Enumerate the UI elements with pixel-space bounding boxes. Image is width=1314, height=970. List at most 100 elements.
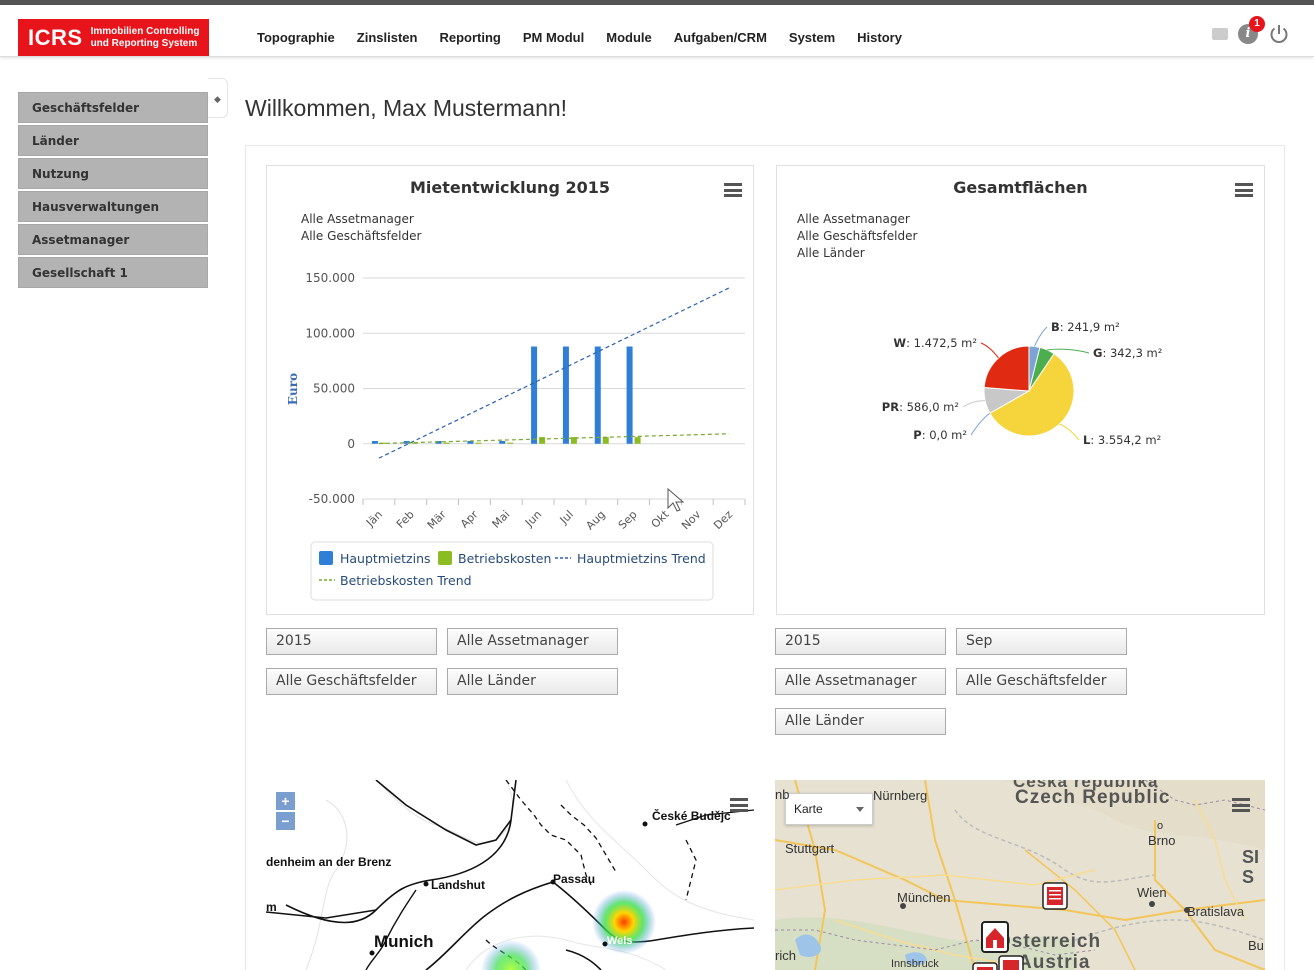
trend-line-betriebskosten	[378, 433, 730, 445]
x-tick-label: Sep	[616, 508, 640, 532]
map-label-heidenheim: denheim an der Brenz	[266, 855, 392, 869]
brand-line2: und Reporting System	[90, 37, 198, 49]
bar-betriebskosten	[602, 437, 609, 444]
map-label-stuttgart: Stuttgart	[785, 841, 835, 856]
x-tick-label: Feb	[394, 508, 417, 531]
top-bar: ICRS Immobilien Controlling und Reporting…	[0, 5, 1314, 57]
bar-betriebskosten	[507, 442, 514, 444]
year-select[interactable]: 2015	[775, 628, 946, 655]
y-tick-label: -50.000	[309, 492, 355, 506]
legend-label-hauptmietzins-trend: Hauptmietzins Trend	[577, 551, 706, 566]
sidebar-toggle[interactable]: ◆	[208, 78, 228, 118]
assetmanager-select[interactable]: Alle Assetmanager	[447, 628, 618, 655]
x-tick-label: Jul	[557, 508, 576, 527]
sidebar-item-gesellschaft[interactable]: Gesellschaft 1	[18, 257, 208, 288]
power-icon[interactable]	[1268, 23, 1290, 45]
bar-hauptmietzins	[626, 346, 633, 444]
y-axis-title: Euro	[286, 373, 300, 405]
sidebar-item-laender[interactable]: Länder	[18, 125, 208, 156]
legend-swatch-betriebskosten	[438, 551, 452, 565]
y-tick-label: 150.000	[305, 271, 355, 285]
sidebar: Geschäftsfelder Länder Nutzung Hausverwa…	[18, 92, 208, 290]
x-tick-label: Jän	[363, 508, 385, 530]
map-label-zurich: rich	[775, 948, 796, 963]
bar-hauptmietzins	[594, 346, 601, 444]
map-menu-icon[interactable]	[1232, 798, 1250, 812]
mouse-cursor-icon	[667, 488, 685, 512]
nav-zinslisten[interactable]: Zinslisten	[346, 19, 429, 56]
map-label-landshut: Landshut	[431, 878, 485, 892]
x-tick-label: Dez	[711, 508, 735, 532]
geschaeftsfelder-select[interactable]: Alle Geschäftsfelder	[956, 668, 1127, 695]
main-nav: Topographie Zinslisten Reporting PM Modu…	[246, 19, 913, 56]
geschaeftsfelder-select[interactable]: Alle Geschäftsfelder	[266, 668, 437, 695]
y-tick-label: 0	[347, 437, 355, 451]
bar-betriebskosten	[475, 442, 482, 444]
location-map[interactable]: Karte Nürnberg Česká republika Czech Rep…	[775, 780, 1265, 970]
sidebar-item-assetmanager[interactable]: Assetmanager	[18, 224, 208, 255]
zoom-out-button[interactable]: −	[276, 812, 295, 830]
year-select[interactable]: 2015	[266, 628, 437, 655]
top-icons: i1	[1212, 16, 1290, 45]
bar-betriebskosten	[634, 437, 641, 444]
assetmanager-select[interactable]: Alle Assetmanager	[775, 668, 946, 695]
map-label-brno: Brno	[1148, 833, 1176, 848]
heat-spot-south	[481, 940, 541, 970]
info-icon[interactable]: i1	[1238, 16, 1265, 44]
legend-label-hauptmietzins: Hauptmietzins	[340, 551, 431, 566]
sidebar-item-nutzung[interactable]: Nutzung	[18, 158, 208, 189]
brand-tagline: Immobilien Controlling und Reporting Syst…	[83, 26, 200, 50]
map-label-o: o	[1157, 820, 1164, 832]
bar-hauptmietzins	[499, 440, 506, 444]
nav-reporting[interactable]: Reporting	[428, 19, 511, 56]
bar-betriebskosten	[443, 442, 450, 444]
bar-hauptmietzins	[531, 346, 538, 444]
pie-connector-p	[970, 412, 991, 436]
pie-label-p: P: 0,0 m²	[913, 428, 967, 442]
laender-select[interactable]: Alle Länder	[775, 708, 946, 735]
map-menu-icon[interactable]	[730, 798, 748, 812]
map-label-czech-republic: Czech Republic	[1015, 787, 1171, 808]
sidebar-item-hausverwaltungen[interactable]: Hausverwaltungen	[18, 191, 208, 222]
area-chart-card: Gesamtflächen Alle Assetmanager Alle Ges…	[776, 165, 1265, 615]
nav-module[interactable]: Module	[595, 19, 663, 56]
map-label-nuernberg: Nürnberg	[873, 788, 928, 803]
legend-swatch-hauptmietzins	[319, 551, 333, 565]
nav-aufgaben-crm[interactable]: Aufgaben/CRM	[663, 19, 778, 56]
pie-connector-pr	[962, 400, 986, 408]
page-title: Willkommen, Max Mustermann!	[245, 95, 568, 121]
map-label-m: m	[266, 900, 277, 914]
sidebar-item-geschaeftsfelder[interactable]: Geschäftsfelder	[18, 92, 208, 123]
heatmap[interactable]: + − České Budějc denheim an der Brenz Pa…	[266, 780, 754, 970]
pie-connector-w	[980, 342, 999, 359]
map-label-innsbruck: Innsbruck	[891, 958, 939, 970]
message-icon[interactable]	[1212, 28, 1228, 40]
chevron-down-icon	[856, 807, 864, 812]
nav-topographie[interactable]: Topographie	[246, 19, 346, 56]
zoom-in-button[interactable]: +	[276, 792, 295, 810]
map-label-passau: Passau	[553, 872, 596, 886]
x-tick-label: Mai	[490, 508, 513, 531]
map-type-select[interactable]: Karte	[785, 793, 873, 825]
legend-label-betriebskosten-trend: Betriebskosten Trend	[340, 573, 472, 588]
map-label-wien: Wien	[1137, 885, 1167, 900]
laender-select[interactable]: Alle Länder	[447, 668, 618, 695]
nav-pm-modul[interactable]: PM Modul	[512, 19, 595, 56]
brand-logo[interactable]: ICRS Immobilien Controlling und Reporting…	[18, 19, 209, 56]
map-label-s: S	[1242, 867, 1255, 887]
x-tick-label: Apr	[458, 508, 481, 531]
pie-label-l: L: 3.554,2 m²	[1083, 433, 1161, 447]
y-tick-label: 50.000	[313, 382, 355, 396]
nav-system[interactable]: System	[778, 19, 846, 56]
nav-history[interactable]: History	[846, 19, 913, 56]
map-label-bratislava: Bratislava	[1187, 904, 1245, 919]
brand-short: ICRS	[28, 24, 83, 50]
pie-slice-w	[983, 345, 1030, 392]
bar-hauptmietzins	[371, 440, 378, 444]
bar-hauptmietzins	[562, 346, 569, 444]
month-select[interactable]: Sep	[956, 628, 1127, 655]
x-tick-label: Aug	[583, 508, 607, 532]
pie-connector-g	[1047, 348, 1090, 354]
rent-chart-card: Mietentwicklung 2015 Alle Assetmanager A…	[266, 165, 754, 615]
map-label-austria: Austria	[1018, 952, 1091, 970]
